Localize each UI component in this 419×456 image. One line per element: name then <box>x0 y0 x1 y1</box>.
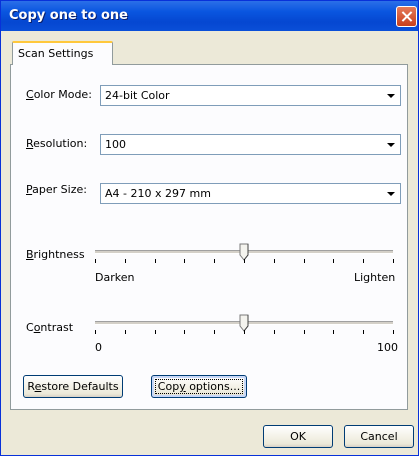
brightness-min-label: Darken <box>95 271 135 284</box>
chevron-down-icon[interactable] <box>384 87 399 104</box>
slider-tick <box>214 259 215 263</box>
slider-tick <box>393 259 394 263</box>
slider-tick <box>214 330 215 334</box>
color-mode-label: Color Mode: <box>26 88 92 101</box>
slider-tick <box>304 259 305 263</box>
copy-dialog: Copy one to one Scan Settings Color Mode… <box>0 0 419 456</box>
resolution-value: 100 <box>105 138 126 151</box>
cancel-button[interactable]: Cancel <box>344 425 414 448</box>
ok-button[interactable]: OK <box>263 425 333 448</box>
title-bar: Copy one to one <box>1 1 418 31</box>
slider-tick <box>125 330 126 334</box>
slider-tick <box>393 330 394 334</box>
resolution-label: Resolution: <box>26 137 88 150</box>
close-button[interactable] <box>396 6 417 27</box>
resolution-select[interactable]: 100 <box>100 134 401 155</box>
contrast-min-label: 0 <box>95 341 102 354</box>
tab-label: Scan Settings <box>18 47 94 60</box>
slider-tick <box>184 259 185 263</box>
slider-tick <box>274 330 275 334</box>
slider-tick <box>184 330 185 334</box>
restore-defaults-button[interactable]: Restore Defaults <box>23 375 123 398</box>
slider-tick <box>155 259 156 263</box>
slider-tick <box>244 259 245 263</box>
slider-tick <box>95 259 96 263</box>
chevron-down-icon[interactable] <box>384 136 399 153</box>
brightness-max-label: Lighten <box>354 271 396 284</box>
tab-scan-settings[interactable]: Scan Settings <box>12 41 113 65</box>
paper-size-value: A4 - 210 x 297 mm <box>105 187 211 200</box>
color-mode-select[interactable]: 24-bit Color <box>100 85 401 106</box>
slider-tick <box>125 259 126 263</box>
slider-tick <box>244 330 245 334</box>
focus-indicator <box>155 379 243 394</box>
contrast-label: Contrast <box>26 321 74 334</box>
slider-tick <box>333 330 334 334</box>
slider-tick <box>155 330 156 334</box>
chevron-down-icon[interactable] <box>384 185 399 202</box>
slider-tick <box>95 330 96 334</box>
paper-size-label: Paper Size: <box>26 183 87 196</box>
contrast-max-label: 100 <box>377 341 398 354</box>
slider-tick <box>274 259 275 263</box>
color-mode-value: 24-bit Color <box>105 89 170 102</box>
slider-tick <box>363 259 364 263</box>
scan-settings-panel: Color Mode: 24-bit Color Resolution: 100… <box>10 64 408 410</box>
slider-tick <box>363 330 364 334</box>
window-title: Copy one to one <box>9 8 128 23</box>
slider-tick <box>304 330 305 334</box>
slider-tick <box>333 259 334 263</box>
paper-size-select[interactable]: A4 - 210 x 297 mm <box>100 183 401 204</box>
copy-options-button[interactable]: Copy options... <box>151 375 247 398</box>
brightness-label: Brightness <box>26 248 85 261</box>
